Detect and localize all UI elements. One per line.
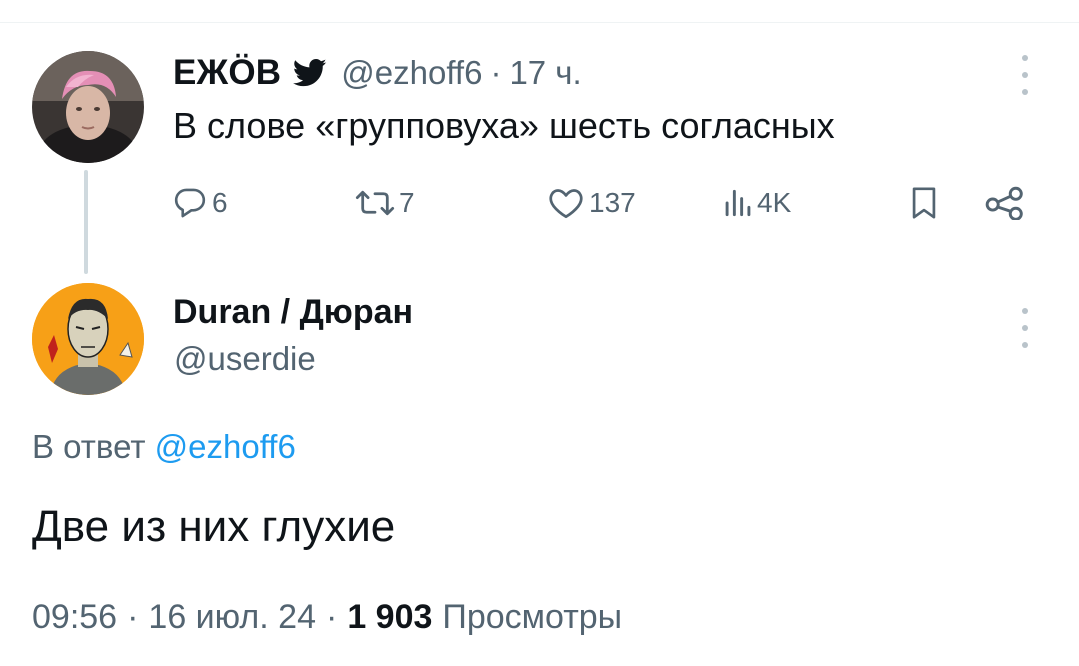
author-name[interactable]: ЕЖÖВ	[173, 53, 281, 93]
reply-to-label: В ответ	[32, 428, 146, 465]
views-button[interactable]: 4K	[723, 178, 791, 228]
avatar-drawing	[32, 283, 144, 395]
separator-dot: ·	[325, 598, 338, 636]
tweet-text: В слове «групповуха» шесть согласных	[173, 105, 835, 146]
tweet-time[interactable]: 09:56	[32, 598, 117, 637]
tweet-meta: 09:56 · 16 июл. 24 · 1 903 Просмотры	[32, 598, 622, 637]
reply-button[interactable]: 6	[172, 178, 228, 228]
views-chart-icon	[725, 189, 751, 217]
more-options-icon[interactable]	[1019, 55, 1031, 95]
retweet-button[interactable]: 7	[355, 178, 415, 228]
tweet-time[interactable]: 17 ч.	[509, 54, 581, 92]
share-icon	[985, 186, 1023, 220]
reply-context: В ответ @ezhoff6	[32, 428, 296, 466]
separator-dot: ·	[127, 598, 139, 636]
retweet-icon	[355, 190, 395, 216]
author-handle[interactable]: @ezhoff6	[341, 54, 482, 92]
views-count: 1 903	[347, 598, 433, 636]
bookmark-icon	[912, 187, 936, 219]
heart-icon	[549, 189, 583, 219]
views-label[interactable]: Просмотры	[442, 598, 622, 637]
tweet-date[interactable]: 16 июл. 24	[148, 598, 316, 637]
tweet-text: Две из них глухие	[32, 502, 396, 551]
like-count: 137	[589, 187, 636, 218]
avatar-photo	[32, 51, 144, 163]
retweet-count: 7	[399, 187, 415, 218]
bookmark-button[interactable]	[908, 178, 940, 228]
author-name[interactable]: Duran / Дюран	[173, 293, 413, 332]
reply-icon	[174, 188, 206, 218]
more-options-icon[interactable]	[1019, 308, 1031, 348]
avatar[interactable]	[32, 283, 144, 395]
views-count: 4K	[757, 187, 792, 218]
top-divider	[0, 22, 1079, 23]
avatar[interactable]	[32, 51, 144, 163]
twitter-bird-icon	[293, 58, 327, 88]
mention-link[interactable]: @ezhoff6	[155, 428, 296, 465]
separator-dot: ·	[490, 54, 502, 91]
author-handle[interactable]: @userdie	[174, 340, 316, 378]
tweet-header: ЕЖÖВ @ezhoff6 · 17 ч.	[173, 50, 582, 96]
tweet-actions: 6 7 137 4K	[0, 178, 1079, 228]
reply-count: 6	[212, 187, 228, 218]
like-button[interactable]: 137	[547, 178, 636, 228]
share-button[interactable]	[985, 178, 1025, 228]
